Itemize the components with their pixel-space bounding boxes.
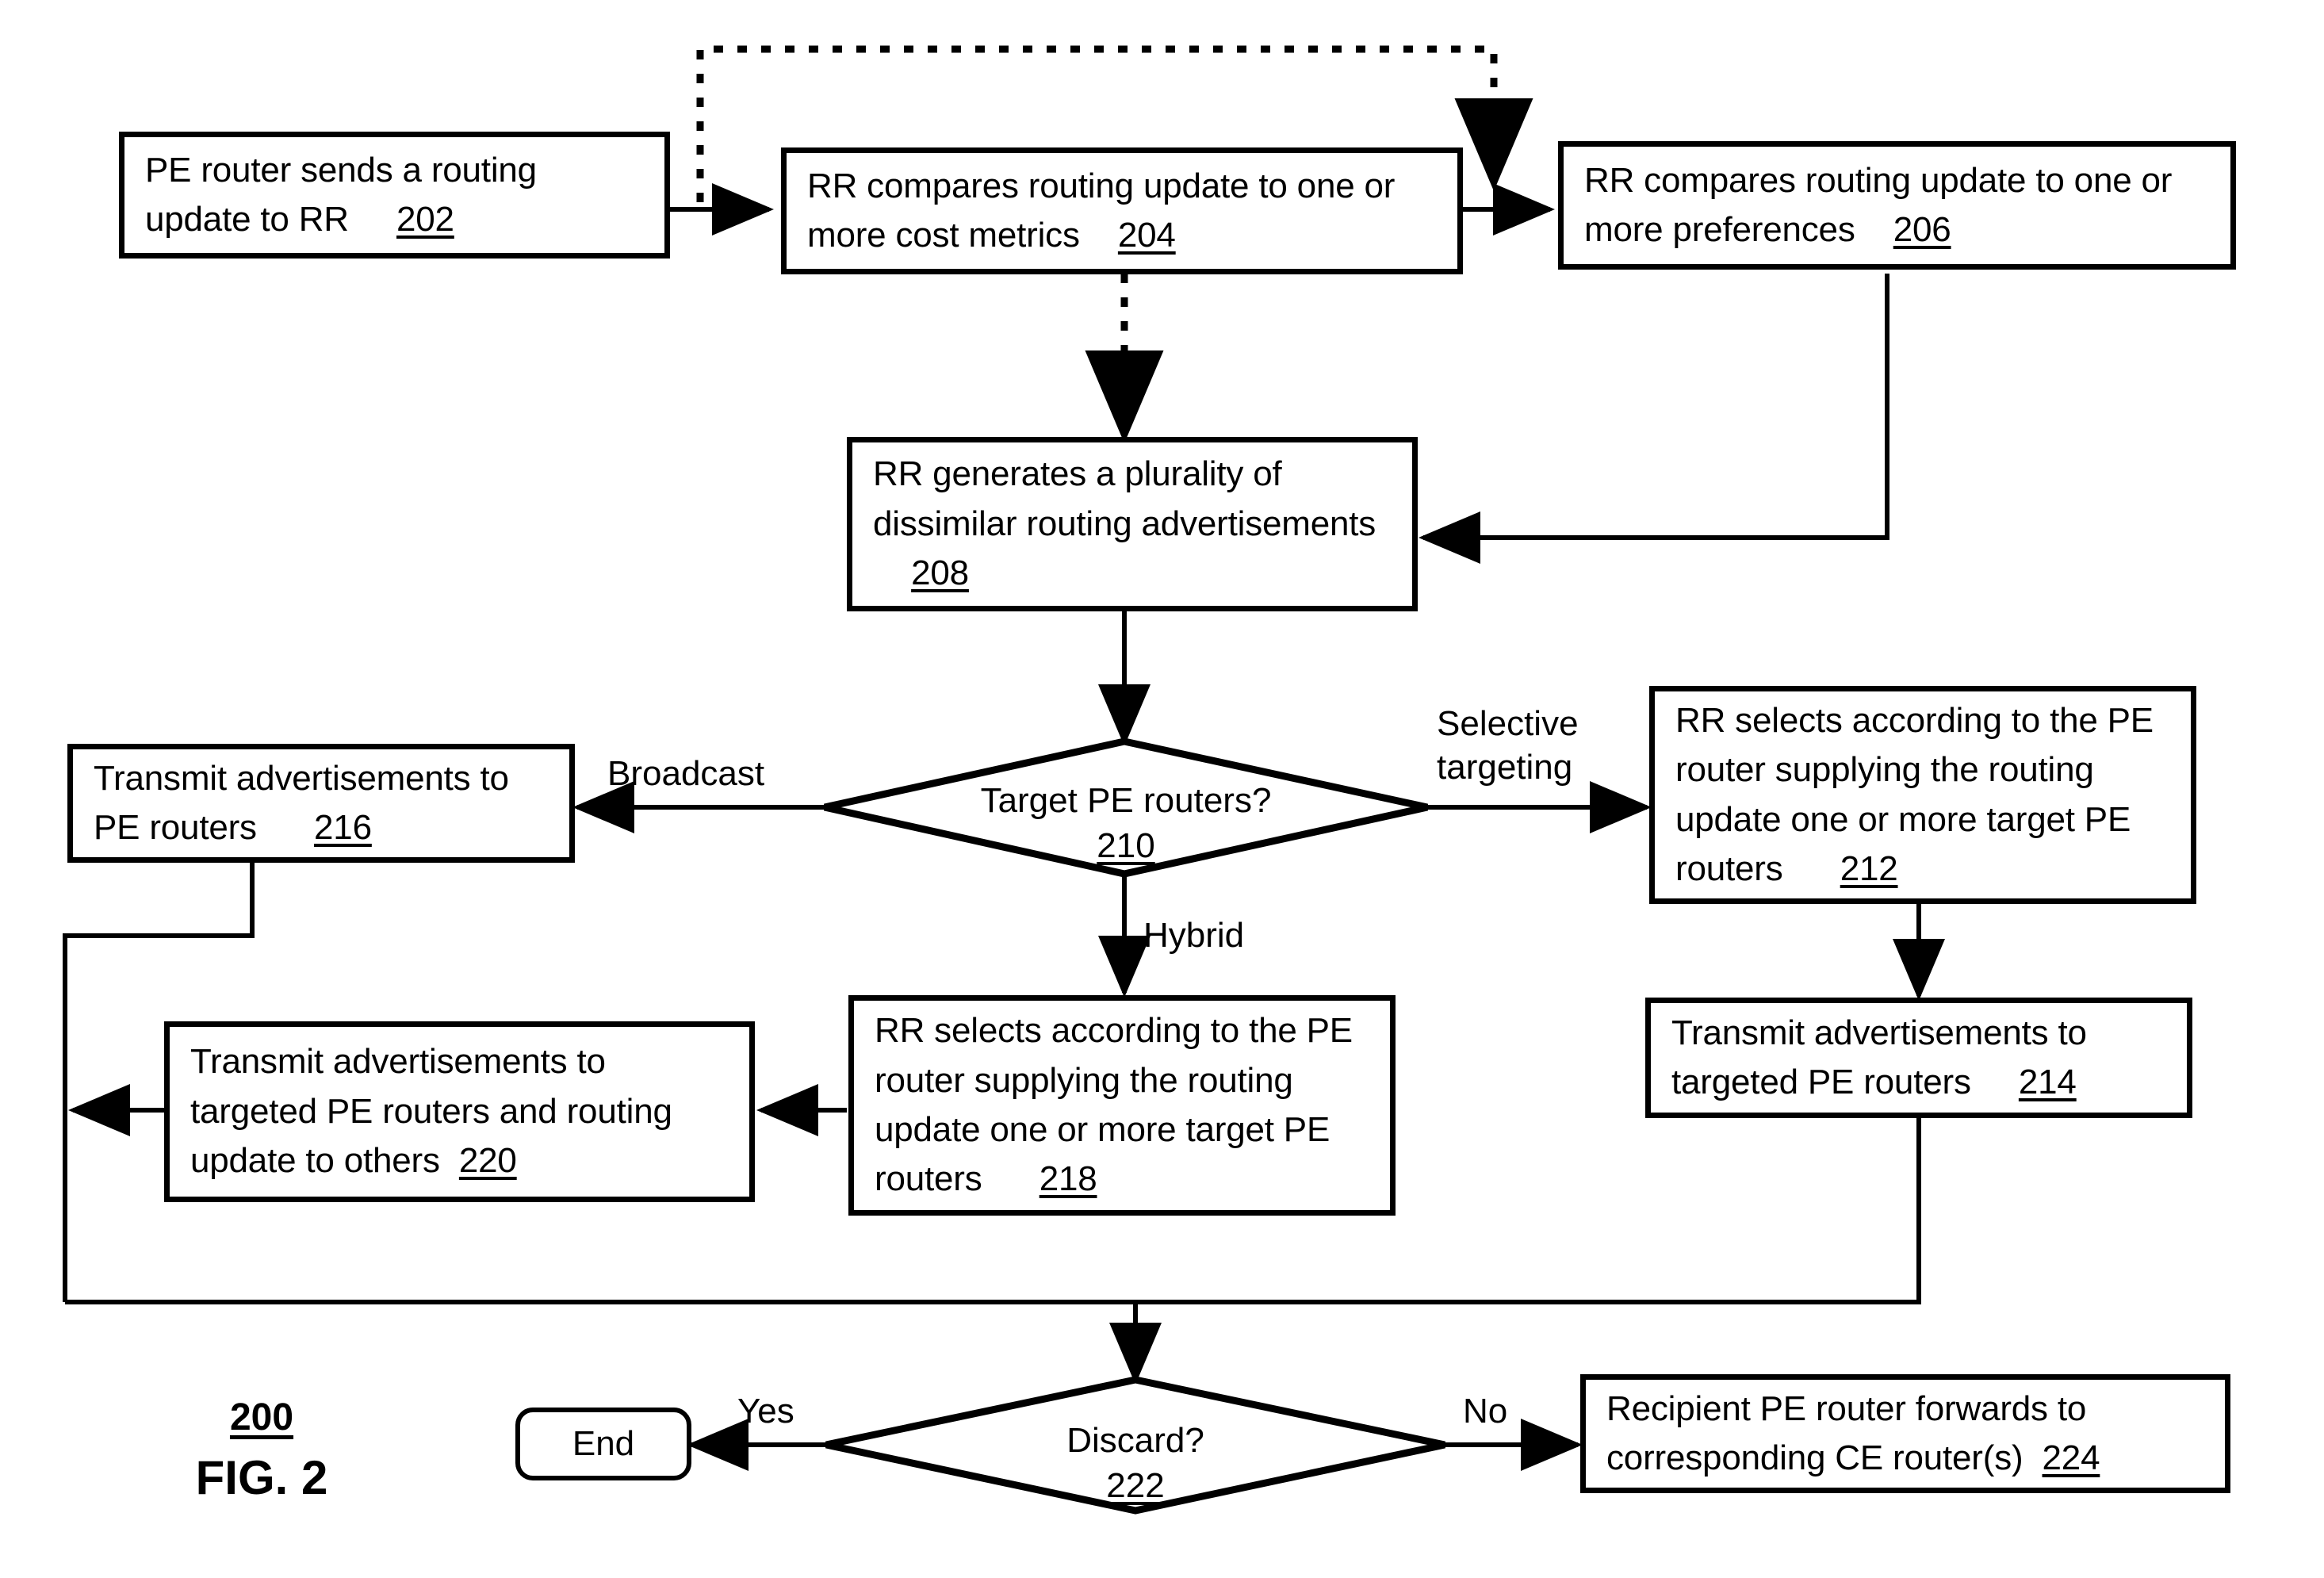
node-222-text: Discard? [1066,1421,1204,1460]
node-202[interactable]: PE router sends a routing update to RR 2… [119,132,670,259]
node-210[interactable]: Target PE routers? 210 [825,741,1427,874]
ref-224: 224 [2042,1438,2100,1477]
ref-212: 212 [1840,848,1898,888]
edge-label-no: No [1463,1392,1508,1431]
ref-206: 206 [1893,210,1951,249]
ref-208: 208 [911,553,969,593]
node-202-text: PE router sends a routing update to RR 2… [145,150,537,239]
edge-label-yes: Yes [737,1392,794,1431]
edge-label-selective-targeting: Selective targeting [1437,704,1579,787]
node-218-text: RR selects according to the PE router su… [875,1011,1353,1199]
edge-206-208 [1419,274,1889,564]
node-end[interactable]: End [515,1408,691,1480]
node-end-text: End [572,1424,635,1463]
edge-label-hybrid: Hybrid [1143,916,1245,955]
ref-210: 210 [1097,826,1155,865]
node-204[interactable]: RR compares routing update to one or mor… [781,147,1463,274]
node-220-text: Transmit advertisements to targeted PE r… [190,1042,672,1181]
ref-216: 216 [314,808,372,847]
node-206-text: RR compares routing update to one or mor… [1584,160,2173,249]
node-212-text: RR selects according to the PE router su… [1675,700,2154,888]
node-220[interactable]: Transmit advertisements to targeted PE r… [164,1021,755,1202]
ref-202: 202 [396,200,454,239]
node-208[interactable]: RR generates a plurality of dissimilar r… [847,437,1418,611]
ref-218: 218 [1039,1159,1097,1199]
node-206[interactable]: RR compares routing update to one or mor… [1558,141,2236,270]
node-204-text: RR compares routing update to one or mor… [807,166,1396,255]
node-208-text: RR generates a plurality of dissimilar r… [873,454,1376,593]
figure-caption: 200 FIG. 2 [143,1396,381,1505]
node-224-text: Recipient PE router forwards to correspo… [1606,1388,2100,1477]
node-216[interactable]: Transmit advertisements to PE routers 21… [67,744,575,863]
node-210-text: Target PE routers? [980,781,1272,820]
node-212[interactable]: RR selects according to the PE router su… [1649,686,2196,904]
ref-220: 220 [458,1141,517,1181]
figure-canvas: PE router sends a routing update to RR 2… [0,0,2324,1578]
figure-label: FIG. 2 [195,1451,328,1504]
ref-204: 204 [1117,216,1176,255]
node-222[interactable]: Discard? 222 [826,1380,1445,1511]
node-224[interactable]: Recipient PE router forwards to correspo… [1580,1374,2230,1493]
figure-number: 200 [229,1396,294,1438]
node-214[interactable]: Transmit advertisements to targeted PE r… [1645,998,2192,1118]
node-218[interactable]: RR selects according to the PE router su… [848,995,1396,1216]
ref-222: 222 [1106,1466,1165,1505]
node-216-text: Transmit advertisements to PE routers 21… [94,758,509,847]
edge-label-broadcast: Broadcast [607,754,765,793]
node-214-text: Transmit advertisements to targeted PE r… [1671,1013,2087,1101]
ref-214: 214 [2018,1063,2077,1101]
